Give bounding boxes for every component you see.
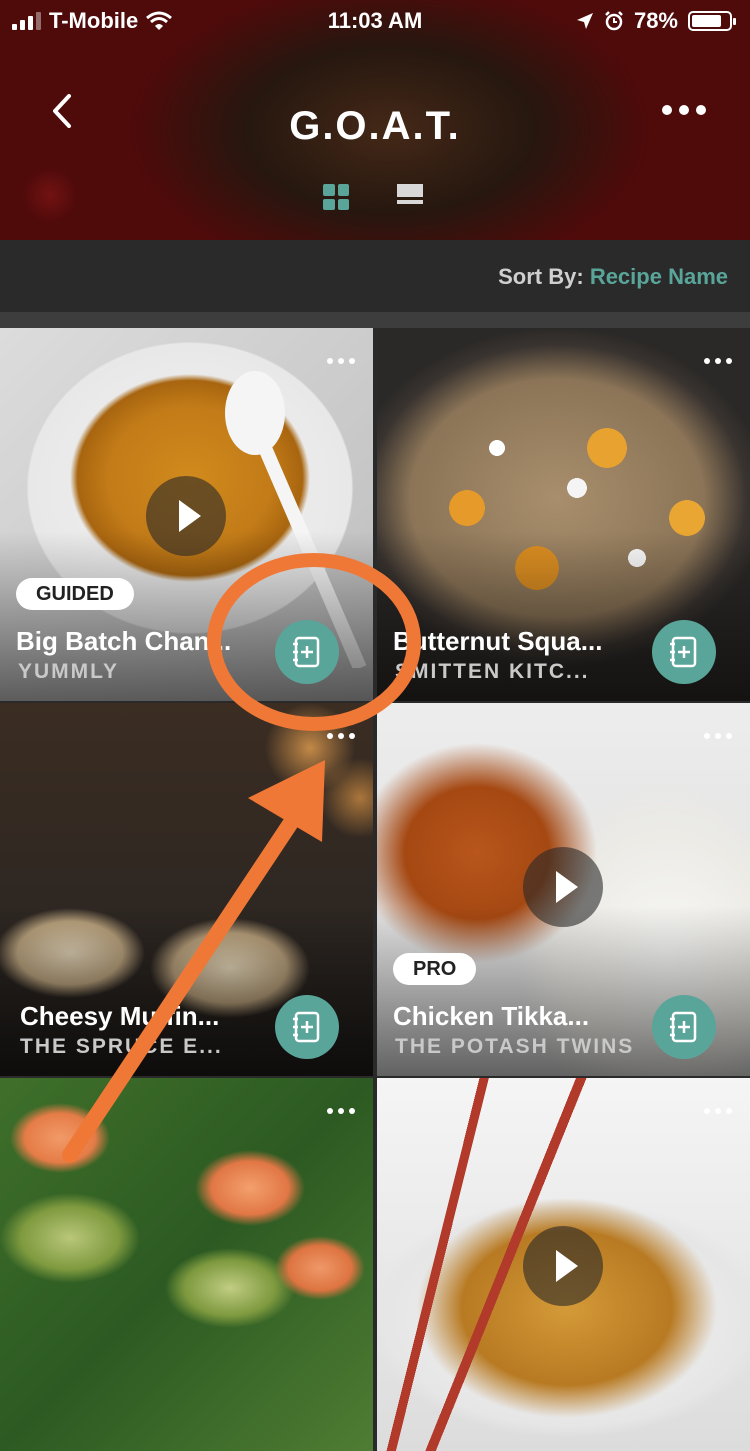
recipe-title: Chicken Tikka... (393, 1001, 590, 1031)
add-to-plan-button[interactable] (652, 995, 716, 1059)
status-right: 78% (576, 8, 736, 34)
add-to-plan-button[interactable] (275, 995, 339, 1059)
add-to-plan-icon (670, 636, 697, 668)
play-video-icon[interactable] (146, 476, 226, 556)
recipe-source: YUMMLY (18, 660, 120, 683)
card-more-button[interactable] (327, 733, 355, 739)
recipe-title: Butternut Squa... (393, 626, 603, 656)
scroll-edge-strip (0, 312, 750, 328)
recipe-source: THE POTASH TWINS (395, 1035, 635, 1058)
location-icon (576, 13, 593, 29)
guided-badge: GUIDED (16, 578, 134, 610)
recipe-card[interactable]: PRO Chicken Tikka... THE POTASH TWINS (377, 703, 750, 1076)
recipe-card[interactable] (377, 1078, 750, 1451)
header-more-button[interactable] (654, 92, 714, 128)
recipe-image (0, 1078, 373, 1451)
pro-badge: PRO (393, 953, 477, 985)
recipe-source: THE SPRUCE E... (20, 1035, 223, 1058)
recipe-title: Cheesy Muffin... (20, 1001, 220, 1031)
recipe-title: Big Batch Chan... (16, 626, 232, 656)
recipe-card[interactable]: Butternut Squa... SMITTEN KITC... (377, 328, 750, 701)
add-to-plan-icon (293, 1011, 320, 1043)
card-more-button[interactable] (327, 358, 355, 364)
play-video-icon[interactable] (523, 1226, 603, 1306)
sort-label: Sort By: (498, 264, 584, 289)
sort-control[interactable]: Sort By: Recipe Name (498, 264, 728, 290)
recipe-card[interactable]: Cheesy Muffin... THE SPRUCE E... (0, 703, 373, 1076)
battery-percent: 78% (633, 8, 678, 33)
more-dot (679, 105, 689, 115)
recipe-source: SMITTEN KITC... (395, 660, 590, 683)
add-to-plan-icon (670, 1011, 697, 1043)
sort-bar: Sort By: Recipe Name (0, 240, 750, 312)
add-to-plan-button[interactable] (652, 620, 716, 684)
status-bar: T-Mobile 11:03 AM 78% (0, 0, 750, 40)
battery-icon (688, 11, 736, 31)
sort-value[interactable]: Recipe Name (590, 264, 728, 289)
recipe-card[interactable] (0, 1078, 373, 1451)
play-video-icon[interactable] (523, 847, 603, 927)
page-title: G.O.A.T. (289, 104, 461, 148)
add-to-plan-button[interactable] (275, 620, 339, 684)
more-dot (696, 105, 706, 115)
alarm-icon (605, 11, 623, 31)
view-toggle (323, 184, 423, 210)
recipe-card[interactable]: GUIDED Big Batch Chan... YUMMLY (0, 328, 373, 701)
add-to-plan-icon (293, 636, 320, 668)
more-dot (662, 105, 672, 115)
card-more-button[interactable] (327, 1108, 355, 1114)
grid-view-icon[interactable] (323, 184, 349, 210)
list-view-icon[interactable] (397, 184, 423, 210)
card-more-button[interactable] (704, 1108, 732, 1114)
card-more-button[interactable] (704, 733, 732, 739)
card-more-button[interactable] (704, 358, 732, 364)
